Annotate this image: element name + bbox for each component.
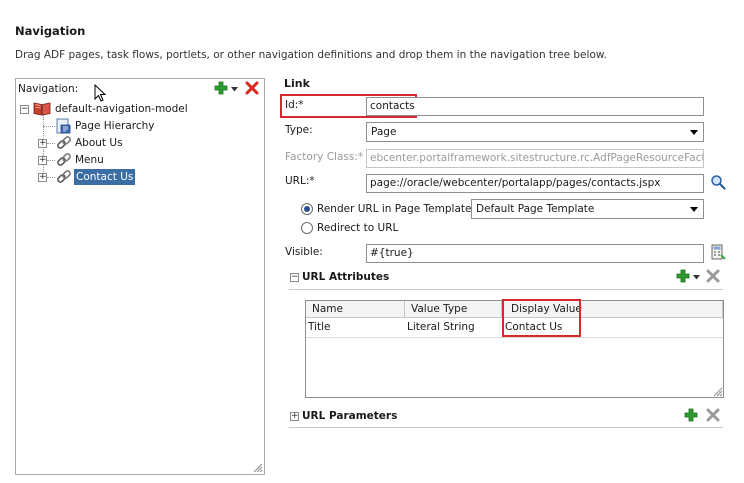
page-template-select[interactable]: Default Page Template — [471, 199, 704, 219]
tree-guide-line — [43, 126, 55, 127]
tree-item-default-navigation-model[interactable]: default-navigation-model — [55, 101, 188, 117]
link-icon — [57, 136, 71, 149]
type-label: Type: — [285, 124, 313, 136]
url-attributes-expander[interactable]: − — [290, 273, 299, 282]
visible-input[interactable]: #{true} — [366, 244, 704, 263]
url-label: URL:* — [285, 175, 315, 187]
resize-grip-icon[interactable] — [252, 462, 263, 473]
column-header-value-type[interactable]: Value Type — [405, 301, 502, 318]
table-row-divider — [306, 337, 723, 338]
display-value-highlight-box — [502, 299, 581, 337]
url-parameters-title[interactable]: URL Parameters — [302, 410, 397, 422]
tree-guide-line — [47, 160, 55, 161]
render-url-label: Render URL in Page Template: — [317, 203, 476, 215]
section-divider — [289, 427, 723, 428]
url-input[interactable]: page://oracle/webcenter/portalapp/pages/… — [366, 174, 704, 193]
link-icon — [57, 170, 71, 183]
page-description: Drag ADF pages, task flows, portlets, or… — [15, 49, 607, 61]
mouse-cursor-icon — [94, 84, 107, 102]
tree-item-menu[interactable]: Menu — [75, 152, 104, 168]
type-select-value: Page — [371, 126, 397, 138]
url-parameters-expander[interactable]: + — [290, 412, 299, 421]
redirect-url-radio[interactable] — [301, 222, 313, 234]
page-title: Navigation — [15, 24, 86, 38]
delete-icon[interactable] — [706, 408, 720, 422]
search-icon[interactable] — [710, 174, 726, 190]
tree-expander[interactable]: + — [38, 156, 47, 165]
delete-icon[interactable] — [706, 269, 720, 283]
expression-builder-icon[interactable] — [710, 244, 726, 261]
add-icon[interactable] — [214, 81, 228, 95]
id-input[interactable]: contacts — [366, 97, 704, 116]
factory-class-label: Factory Class:* — [285, 151, 364, 163]
tree-guide-line — [47, 177, 55, 178]
add-icon[interactable] — [684, 408, 698, 422]
url-attributes-title[interactable]: URL Attributes — [302, 271, 389, 283]
redirect-url-label: Redirect to URL — [317, 222, 399, 234]
page-template-value: Default Page Template — [476, 203, 595, 215]
delete-icon[interactable] — [245, 81, 259, 95]
chevron-down-icon — [690, 130, 698, 135]
dropdown-arrow-icon[interactable] — [693, 275, 700, 280]
radio-selected-dot — [304, 206, 310, 212]
visible-label: Visible: — [285, 246, 323, 258]
tree-expander[interactable]: − — [20, 105, 29, 114]
page-hierarchy-icon — [56, 118, 71, 134]
table-cell-name[interactable]: Title — [306, 319, 405, 336]
navigation-label: Navigation: — [18, 83, 79, 95]
dropdown-arrow-icon[interactable] — [231, 87, 238, 92]
table-cell-value-type[interactable]: Literal String — [405, 319, 502, 336]
chevron-down-icon — [690, 207, 698, 212]
tree-guide-line — [47, 143, 55, 144]
book-icon — [33, 102, 51, 116]
navigation-tree-panel — [15, 78, 265, 475]
column-header-name[interactable]: Name — [306, 301, 405, 318]
resize-grip-icon[interactable] — [712, 386, 723, 397]
tree-item-contact-us[interactable]: Contact Us — [74, 169, 136, 185]
link-icon — [57, 153, 71, 166]
type-select[interactable]: Page — [366, 122, 704, 142]
id-label: Id:* — [285, 99, 304, 111]
tree-item-page-hierarchy[interactable]: Page Hierarchy — [75, 118, 155, 134]
factory-class-input: ebcenter.portalframework.sitestructure.r… — [366, 149, 704, 168]
render-url-radio[interactable] — [301, 203, 313, 215]
tree-item-about-us[interactable]: About Us — [75, 135, 123, 151]
section-divider — [289, 289, 723, 290]
add-icon[interactable] — [676, 269, 690, 283]
tree-expander[interactable]: + — [38, 173, 47, 182]
link-section-heading: Link — [284, 77, 310, 90]
tree-expander[interactable]: + — [38, 139, 47, 148]
